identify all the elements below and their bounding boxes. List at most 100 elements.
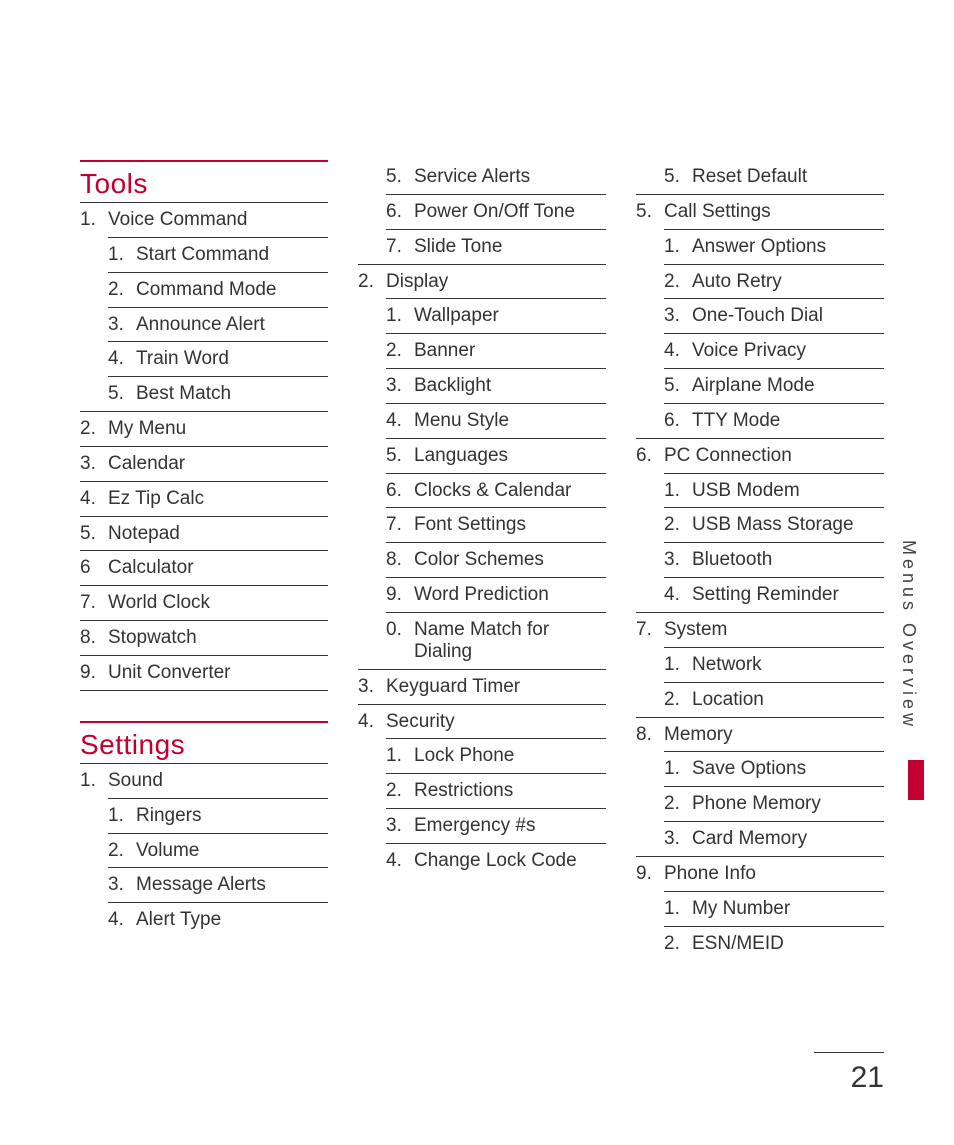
menu-item-number: 7. — [386, 514, 408, 536]
menu-item: 2.Banner — [386, 333, 606, 368]
menu-item-label: Bluetooth — [692, 549, 884, 571]
menu-item-label: Unit Converter — [108, 662, 328, 684]
menu-item-label: Voice Privacy — [692, 340, 884, 362]
menu-item-number: 3. — [386, 815, 408, 837]
menu-item-label: Wallpaper — [414, 305, 606, 327]
menu-item-label: TTY Mode — [692, 410, 884, 432]
menu-item-number: 3. — [358, 676, 380, 698]
menu-item: 8.Stopwatch — [80, 620, 328, 655]
menu-item: 4. Alert Type — [108, 902, 328, 937]
menu-item-number: 6. — [664, 410, 686, 432]
menu-item-number: 9. — [636, 863, 658, 885]
menu-item-number: 1. — [664, 480, 686, 502]
menu-item-label: Voice Command — [108, 209, 328, 231]
menu-item-label: Memory — [664, 724, 884, 746]
menu-item-label: Alert Type — [136, 909, 328, 931]
menu-item-label: ESN/MEID — [692, 933, 884, 955]
menu-item-label: Announce Alert — [136, 314, 328, 336]
menu-item: 2.My Menu — [80, 411, 328, 446]
menu-item-number: 1. — [664, 898, 686, 920]
menu-item-number: 8. — [80, 627, 102, 649]
menu-item: 3.Bluetooth — [664, 542, 884, 577]
menu-item-number: 1. — [386, 305, 408, 327]
menu-item-number: 5. — [636, 201, 658, 223]
page-number: 21 — [851, 1061, 884, 1095]
menu-item-label: One-Touch Dial — [692, 305, 884, 327]
menu-item-label: Save Options — [692, 758, 884, 780]
menu-item: 4.Train Word — [108, 341, 328, 376]
side-tab-text: Menus Overview — [898, 540, 919, 730]
menu-item-label: Keyguard Timer — [386, 676, 606, 698]
menu-item: 3.Message Alerts — [108, 867, 328, 902]
menu-item-number: 0. — [386, 619, 408, 663]
menu-item: 3. Keyguard Timer — [358, 669, 606, 704]
menu-item-number: 1. — [80, 770, 102, 792]
menu-item: 0.Name Match for Dialing — [386, 612, 606, 669]
section-heading: Tools — [80, 160, 328, 202]
menu-item-label: Ez Tip Calc — [108, 488, 328, 510]
menu-item-label: Phone Memory — [692, 793, 884, 815]
menu-item-label: Word Prediction — [414, 584, 606, 606]
menu-item: 7.World Clock — [80, 585, 328, 620]
menu-item-number: 2. — [386, 780, 408, 802]
column-3: 5.Reset Default5.Call Settings1.Answer O… — [636, 160, 884, 960]
menu-item-number: 5. — [664, 166, 686, 188]
menu-item: 9. Phone Info — [636, 856, 884, 891]
menu-item-number: 4. — [386, 410, 408, 432]
menu-item-number: 4. — [108, 909, 130, 931]
menu-item-label: Display — [386, 271, 606, 293]
menu-item: 3.Card Memory — [664, 821, 884, 856]
menu-item-label: Message Alerts — [136, 874, 328, 896]
menu-item-label: Card Memory — [692, 828, 884, 850]
menu-item-number: 3. — [108, 314, 130, 336]
menu-item-label: Calendar — [108, 453, 328, 475]
menu-item: 1. Voice Command — [80, 202, 328, 237]
menu-item: 3. Announce Alert — [108, 307, 328, 342]
column-2: 5.Service Alerts6.Power On/Off Tone7.Sli… — [358, 160, 606, 960]
section-heading: Settings — [80, 721, 328, 763]
menu-item-number: 1. — [108, 244, 130, 266]
menu-item-number: 2. — [664, 793, 686, 815]
menu-item-number: 5. — [664, 375, 686, 397]
menu-item-label: USB Modem — [692, 480, 884, 502]
menu-item: 1.Save Options — [664, 751, 884, 786]
menu-item-label: Font Settings — [414, 514, 606, 536]
menu-item-label: Ringers — [136, 805, 328, 827]
menu-item-number: 1. — [664, 654, 686, 676]
menu-item-number: 2. — [358, 271, 380, 293]
page: Tools1.Voice Command1.Start Command2.Com… — [0, 0, 954, 1145]
menu-item: 2.Location — [664, 682, 884, 717]
menu-item-label: USB Mass Storage — [692, 514, 884, 536]
menu-item: 2.Volume — [108, 833, 328, 868]
menu-item-label: Airplane Mode — [692, 375, 884, 397]
menu-item: 1.Start Command — [108, 237, 328, 272]
menu-item-label: Lock Phone — [414, 745, 606, 767]
menu-item-number: 6 — [80, 557, 102, 579]
menu-item-number: 4. — [664, 584, 686, 606]
menu-item: 1.Answer Options — [664, 229, 884, 264]
menu-item: 3.Emergency #s — [386, 808, 606, 843]
menu-item: 1. USB Modem — [664, 473, 884, 508]
menu-item: 1.Sound — [80, 763, 328, 798]
menu-item-label: Name Match for Dialing — [414, 619, 606, 663]
menu-item-label: Phone Info — [664, 863, 884, 885]
menu-item-number: 4. — [386, 850, 408, 872]
menu-item: 6Calculator — [80, 550, 328, 585]
menu-item: 6. TTY Mode — [664, 403, 884, 438]
menu-item-number: 5. — [386, 166, 408, 188]
menu-item-label: Train Word — [136, 348, 328, 370]
menu-item: 4.Ez Tip Calc — [80, 481, 328, 516]
menu-item-number: 2. — [664, 514, 686, 536]
menu-item: 2.Command Mode — [108, 272, 328, 307]
menu-item-number: 5. — [108, 383, 130, 405]
menu-item-number: 1. — [386, 745, 408, 767]
menu-item-label: Languages — [414, 445, 606, 467]
menu-item-label: Command Mode — [136, 279, 328, 301]
menu-item-label: Network — [692, 654, 884, 676]
menu-item: 6.PC Connection — [636, 438, 884, 473]
menu-item-label: Answer Options — [692, 236, 884, 258]
menu-item-number: 2. — [664, 271, 686, 293]
menu-item-number: 1. — [80, 209, 102, 231]
menu-item-label: Notepad — [108, 523, 328, 545]
menu-item-number: 6. — [636, 445, 658, 467]
